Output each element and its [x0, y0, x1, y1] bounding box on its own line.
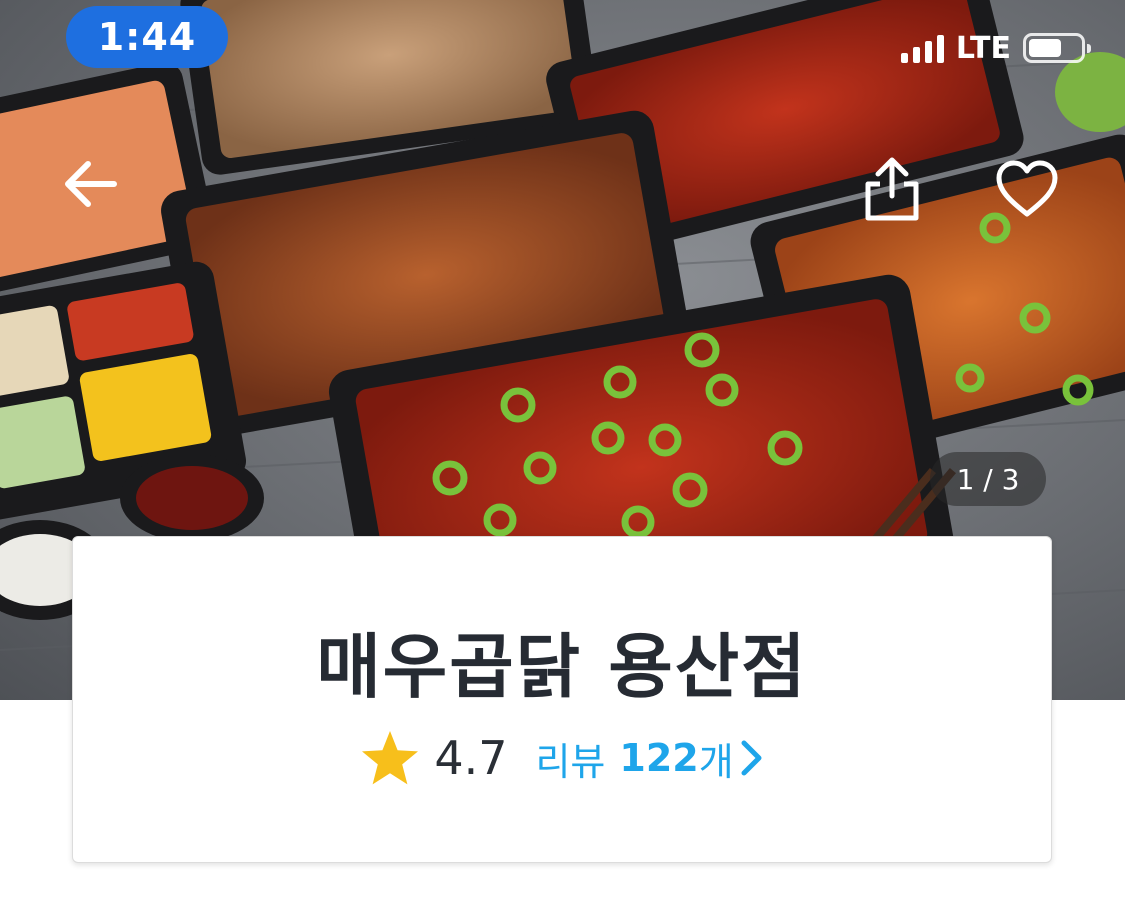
arrow-left-icon	[65, 161, 117, 207]
rating-value: 4.7	[434, 731, 508, 785]
chevron-right-icon	[741, 740, 762, 776]
store-name: 매우곱닭 용산점	[316, 626, 808, 708]
heart-icon	[996, 160, 1058, 217]
screen: 1:44 LTE 1 / 3 매우곱닭 용산점 4.7 리뷰 122 개	[0, 0, 1125, 915]
photo-page-indicator: 1 / 3	[930, 452, 1046, 506]
star-icon	[362, 731, 419, 785]
review-unit: 개	[698, 739, 734, 784]
review-count: 122	[619, 736, 699, 780]
review-label: 리뷰	[535, 739, 606, 784]
share-icon	[865, 157, 919, 221]
rating-row: 4.7 리뷰 122 개	[73, 729, 1051, 787]
status-indicators: LTE	[900, 28, 1091, 68]
battery-icon	[1023, 33, 1091, 63]
store-info-card: 매우곱닭 용산점 4.7 리뷰 122 개	[72, 536, 1052, 863]
status-time: 1:44	[66, 6, 228, 68]
share-button[interactable]	[860, 156, 936, 232]
back-button[interactable]	[62, 160, 132, 230]
favorite-button[interactable]	[995, 160, 1071, 230]
signal-icon	[900, 33, 944, 63]
network-label: LTE	[955, 30, 1011, 66]
reviews-link[interactable]: 리뷰 122 개	[535, 731, 763, 786]
